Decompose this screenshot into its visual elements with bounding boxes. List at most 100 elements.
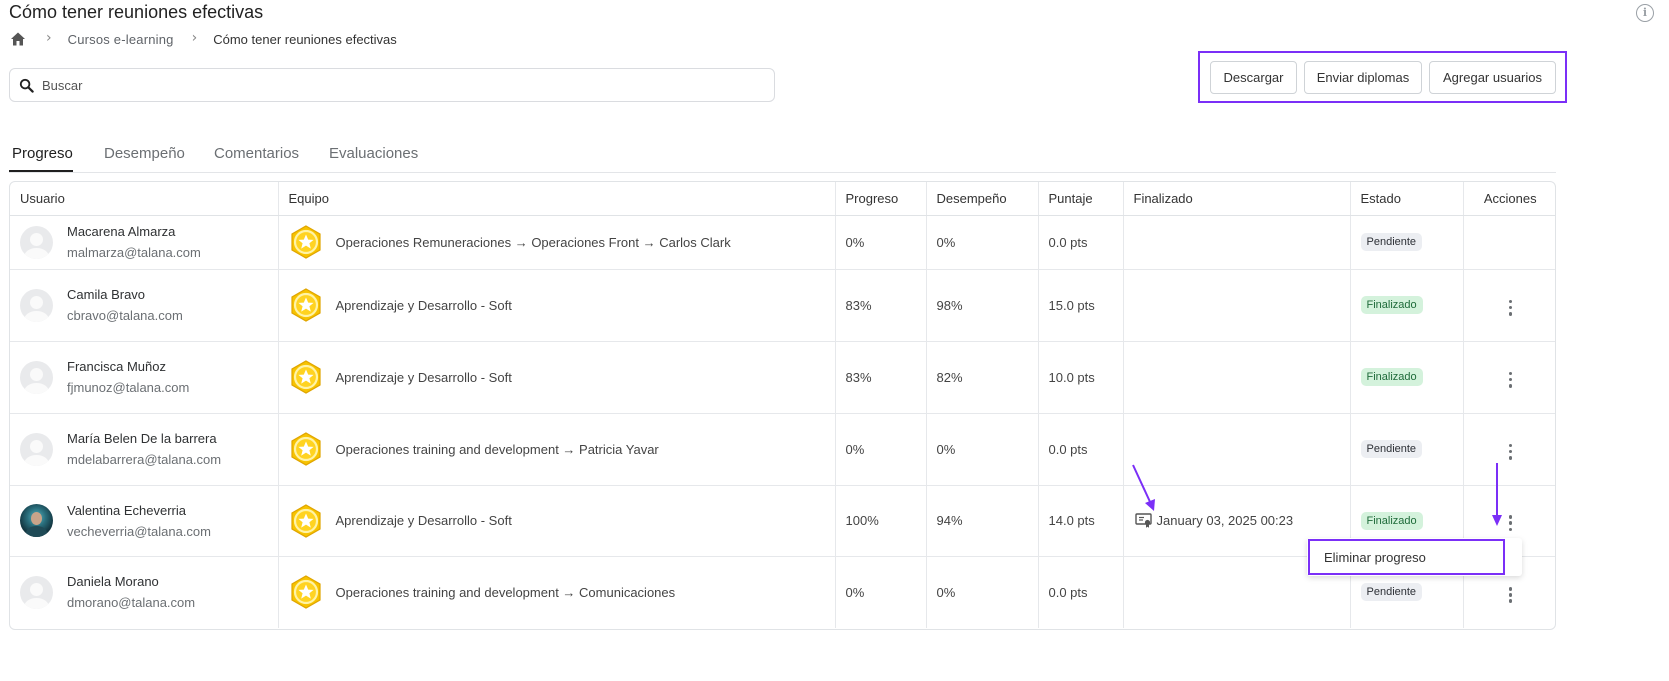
avatar <box>20 288 53 322</box>
column-header-usuario[interactable]: Usuario <box>10 182 279 216</box>
score-cell: 0.0 pts <box>1038 556 1124 628</box>
finished-date: January 03, 2025 00:23 <box>1156 513 1294 528</box>
status-badge: Finalizado <box>1360 368 1423 386</box>
more-vertical-icon[interactable] <box>1500 369 1520 391</box>
star-badge-icon <box>290 225 321 259</box>
column-header-estado[interactable]: Estado <box>1350 182 1464 216</box>
more-vertical-icon[interactable] <box>1500 441 1520 463</box>
team-cell: Aprendizaje y Desarrollo - Soft <box>278 341 836 414</box>
score-cell: 14.0 pts <box>1038 485 1124 557</box>
star-badge-icon <box>290 575 321 609</box>
avatar <box>20 575 53 609</box>
column-header-equipo[interactable]: Equipo <box>278 182 836 216</box>
user-name: Camila Bravo <box>67 287 146 302</box>
info-icon[interactable]: i <box>1636 4 1654 22</box>
search-box[interactable] <box>9 68 775 102</box>
user-cell: María Belen De la barrera mdelabarrera@ta… <box>10 413 279 486</box>
add-users-button[interactable]: Agregar usuarios <box>1429 61 1556 94</box>
status-cell: Pendiente <box>1350 413 1464 486</box>
user-name: Macarena Almarza <box>67 224 176 239</box>
avatar <box>20 225 53 259</box>
star-badge-icon <box>290 503 321 538</box>
table-row[interactable]: María Belen De la barrera mdelabarrera@ta… <box>10 413 1555 486</box>
team-path: Aprendizaje y Desarrollo - Soft <box>335 297 512 313</box>
user-email: dmorano@talana.com <box>67 595 196 611</box>
team-cell: Aprendizaje y Desarrollo - Soft <box>278 269 836 342</box>
column-header-finalizado[interactable]: Finalizado <box>1123 182 1351 216</box>
search-input[interactable] <box>42 77 742 93</box>
send-diplomas-button[interactable]: Enviar diplomas <box>1304 61 1422 94</box>
performance-cell: 82% <box>926 341 1039 414</box>
team-cell: Operaciones Remuneraciones → Operaciones… <box>278 215 836 270</box>
user-cell: Daniela Morano dmorano@talana.com <box>10 556 279 628</box>
star-badge-icon <box>290 288 321 322</box>
home-icon[interactable] <box>10 31 26 47</box>
menu-item-eliminar-progreso[interactable]: Eliminar progreso <box>1308 539 1505 575</box>
user-name: Francisca Muñoz <box>67 359 166 374</box>
table-row[interactable]: Macarena Almarza malmarza@talana.com Opera… <box>10 215 1555 270</box>
user-cell: Camila Bravo cbravo@talana.com <box>10 269 279 342</box>
status-cell: Finalizado <box>1350 341 1464 414</box>
certificate-icon[interactable] <box>1134 513 1152 528</box>
annotation-arrow-icon <box>1132 464 1155 511</box>
team-cell: Aprendizaje y Desarrollo - Soft <box>278 485 836 557</box>
score-cell: 0.0 pts <box>1038 413 1124 486</box>
actions-cell <box>1463 341 1555 414</box>
star-badge-icon <box>290 360 321 394</box>
score-cell: 10.0 pts <box>1038 341 1124 414</box>
column-header-acciones: Acciones <box>1463 182 1555 216</box>
download-button[interactable]: Descargar <box>1210 61 1297 94</box>
tab-bar: Progreso Desempeño Comentarios Evaluacio… <box>9 140 1556 173</box>
column-header-progreso[interactable]: Progreso <box>835 182 927 216</box>
score-cell: 0.0 pts <box>1038 215 1124 270</box>
breadcrumb: › Cursos e-learning › Cómo tener reunion… <box>10 30 397 48</box>
chevron-right-icon: › <box>191 30 198 46</box>
more-vertical-icon[interactable] <box>1500 584 1520 606</box>
team-path: Operaciones Remuneraciones → Operaciones… <box>335 234 731 250</box>
team-cell: Operaciones training and development → P… <box>278 413 836 486</box>
team-path: Operaciones training and development → P… <box>335 441 659 457</box>
progress-cell: 100% <box>835 485 927 557</box>
avatar <box>20 504 53 537</box>
more-vertical-icon[interactable] <box>1500 297 1520 319</box>
column-header-puntaje[interactable]: Puntaje <box>1038 182 1124 216</box>
status-badge: Finalizado <box>1360 296 1423 314</box>
tab-desempeno[interactable]: Desempeño <box>104 145 185 162</box>
search-icon <box>19 78 34 93</box>
finished-cell <box>1123 215 1351 270</box>
finished-cell <box>1123 341 1351 414</box>
user-name: María Belen De la barrera <box>67 431 217 446</box>
actions-cell <box>1463 215 1555 270</box>
tab-comentarios[interactable]: Comentarios <box>214 145 299 162</box>
team-path: Operaciones training and development → C… <box>335 584 676 600</box>
column-header-desempeno[interactable]: Desempeño <box>926 182 1039 216</box>
page-title: Cómo tener reuniones efectivas <box>9 2 264 22</box>
progress-cell: 83% <box>835 269 927 342</box>
status-cell: Pendiente <box>1350 215 1464 270</box>
progress-cell: 83% <box>835 341 927 414</box>
active-tab-indicator <box>9 170 73 172</box>
performance-cell: 0% <box>926 556 1039 628</box>
tab-progreso[interactable]: Progreso <box>12 145 73 162</box>
breadcrumb-link-cursos[interactable]: Cursos e-learning <box>68 32 174 47</box>
status-badge: Pendiente <box>1360 583 1423 602</box>
progress-cell: 0% <box>835 215 927 270</box>
table-row[interactable]: Camila Bravo cbravo@talana.com Aprendizaje… <box>10 269 1555 342</box>
table-row[interactable]: Francisca Muñoz fjmunoz@talana.com Aprendi… <box>10 341 1555 414</box>
tab-evaluaciones[interactable]: Evaluaciones <box>329 145 418 162</box>
actions-cell <box>1463 269 1555 342</box>
user-name: Daniela Morano <box>67 574 159 590</box>
row-actions-menu: Eliminar progreso <box>1307 538 1522 576</box>
user-email: vecheverria@talana.com <box>67 523 211 539</box>
team-cell: Operaciones training and development → C… <box>278 556 836 628</box>
performance-cell: 98% <box>926 269 1039 342</box>
avatar <box>20 432 53 466</box>
performance-cell: 94% <box>926 485 1039 557</box>
actions-cell <box>1463 413 1555 486</box>
annotation-arrow-icon <box>1492 463 1502 526</box>
user-email: fjmunoz@talana.com <box>67 380 190 395</box>
user-cell: Valentina Echeverria vecheverria@talana.c… <box>10 485 279 557</box>
progress-cell: 0% <box>835 413 927 486</box>
avatar <box>20 360 53 394</box>
finished-cell <box>1123 269 1351 342</box>
